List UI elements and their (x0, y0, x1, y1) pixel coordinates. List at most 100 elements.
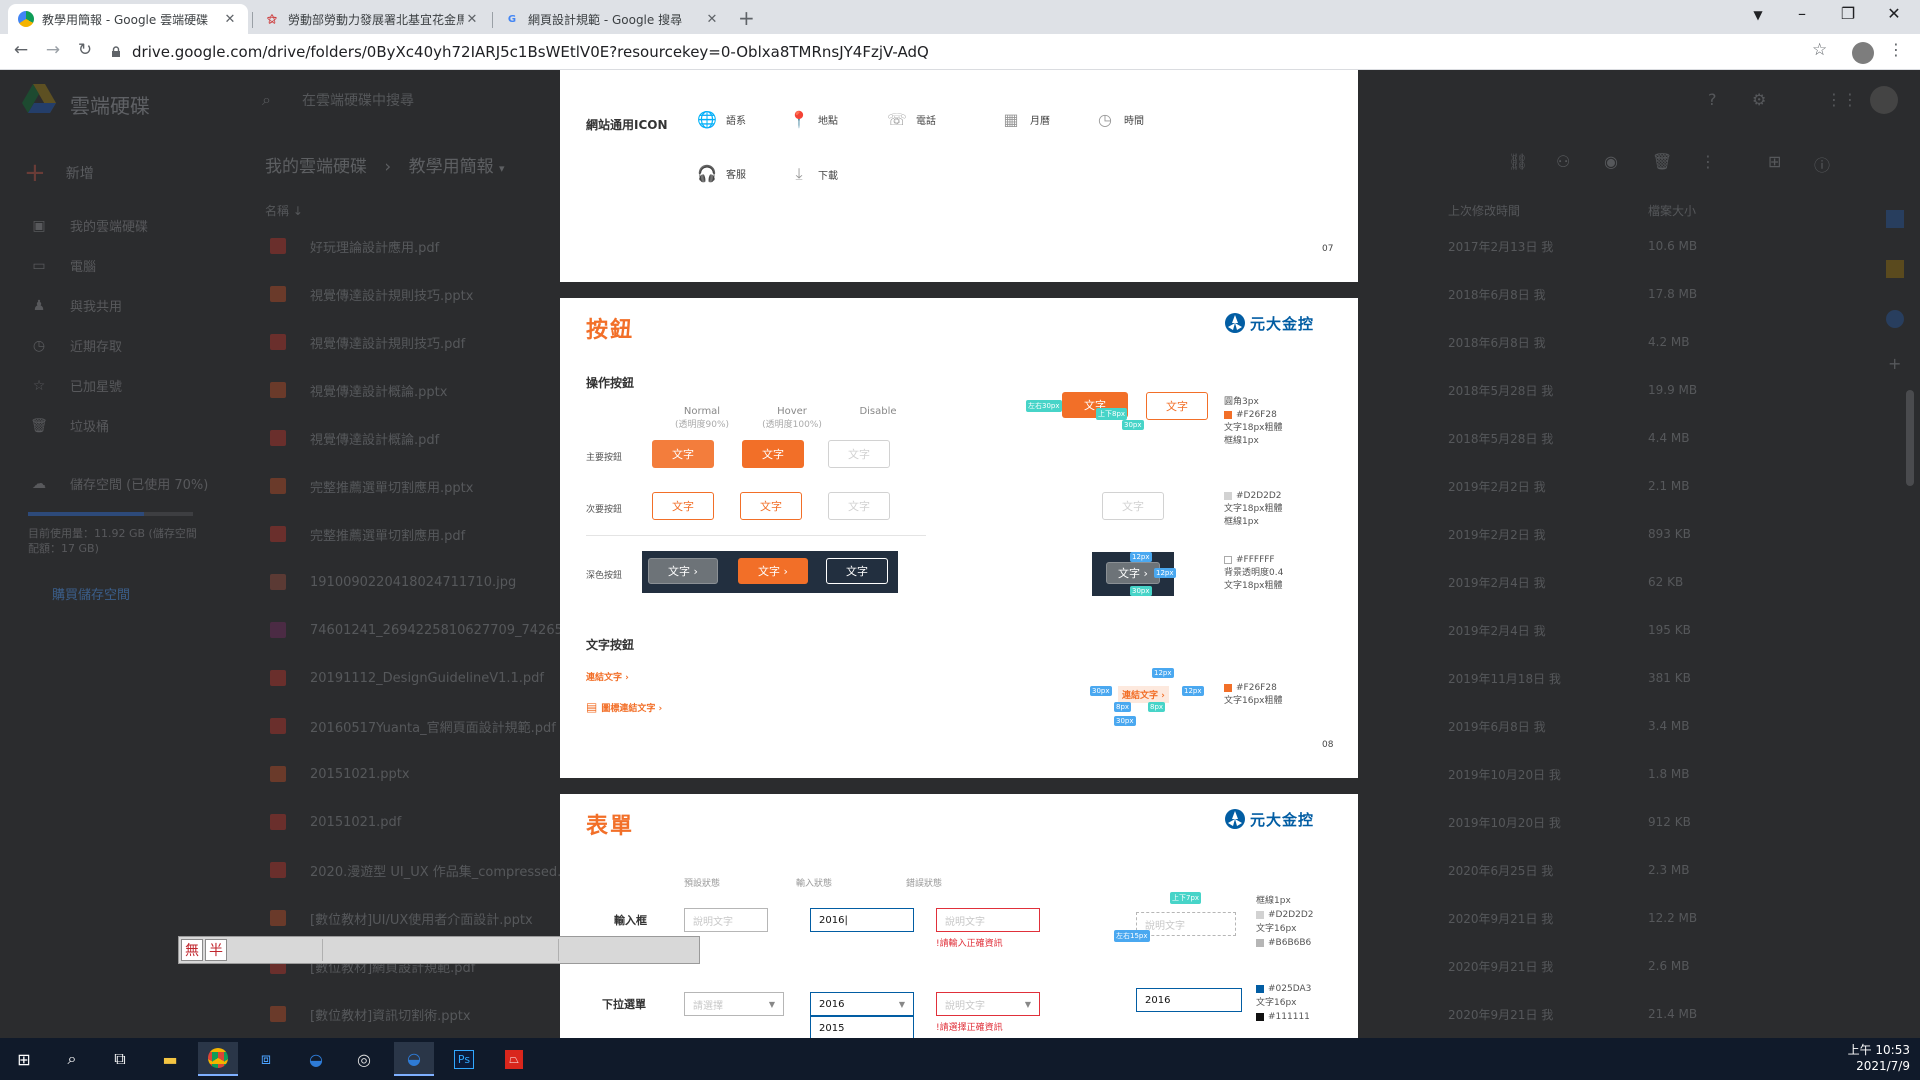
cloud-icon: ☁ (32, 475, 46, 492)
column-name[interactable]: 名稱 ↓ (265, 202, 303, 219)
sidebar-item-computers[interactable]: ▭ 電腦 (28, 256, 96, 276)
scrollbar-thumb[interactable] (1906, 390, 1914, 486)
ime-mode-button[interactable]: 無 (181, 939, 203, 961)
spacing-tag: 12px (1154, 568, 1176, 578)
help-icon[interactable]: ? (1708, 90, 1717, 109)
bookmark-star-icon[interactable]: ☆ (1812, 40, 1827, 60)
spacing-tag: 8px (1114, 702, 1132, 712)
sidebar-item-starred[interactable]: ☆ 已加星號 (28, 376, 122, 396)
file-modified: 2019年2月2日 我 (1448, 479, 1546, 494)
chevron-down-icon: ▼ (1024, 999, 1031, 1009)
sidebar-item-storage[interactable]: ☁ 儲存空間 (已使用 70%) (28, 474, 208, 494)
file-modified: 2019年6月8日 我 (1448, 719, 1546, 734)
new-button[interactable]: + 新增 (24, 158, 94, 188)
file-type-icon (270, 286, 286, 302)
file-type-icon (270, 334, 286, 350)
search-icon[interactable]: ⌕ (52, 1042, 92, 1076)
column-modified[interactable]: 上次修改時間 (1448, 202, 1520, 219)
spec-disabled-notes: #D2D2D2 文字18px粗體 框線1px (1224, 490, 1283, 529)
select-option: 2015 (810, 1016, 914, 1038)
restore-icon[interactable]: ❐ (1830, 4, 1866, 23)
breadcrumb-current[interactable]: 教學用簡報 (409, 157, 494, 177)
primary-button-hover: 文字 (742, 440, 804, 468)
sidebar-label: 垃圾桶 (70, 420, 110, 435)
chevron-down-icon[interactable]: ▾ (499, 162, 505, 175)
drive-search-input[interactable]: ⌕ 在雲端硬碟中搜尋 (262, 80, 562, 120)
webex-icon[interactable]: ◒ (296, 1042, 336, 1076)
address-bar[interactable]: drive.google.com/drive/folders/0ByXc40yh… (110, 38, 1830, 66)
link-icon[interactable]: ⛓ (1508, 152, 1528, 171)
tab-title: 教學用簡報 - Google 雲端硬碟 (42, 12, 209, 27)
url-text: drive.google.com/drive/folders/0ByXc40yh… (132, 43, 929, 61)
location-icon: 📍 (789, 110, 809, 129)
close-icon[interactable]: ✕ (464, 12, 480, 27)
breadcrumb-root[interactable]: 我的雲端硬碟 (265, 157, 367, 177)
delete-icon[interactable]: 🗑 (1652, 152, 1672, 171)
tab-search-icon[interactable]: ▼ (1740, 8, 1776, 22)
secondary-button-normal: 文字 (652, 492, 714, 520)
calendar-addon-icon[interactable] (1886, 210, 1904, 228)
chrome-icon[interactable] (198, 1042, 238, 1076)
preview-icon[interactable]: ◉ (1604, 152, 1618, 171)
obs-icon[interactable]: ◎ (344, 1042, 384, 1076)
webex-meetings-icon[interactable]: ◒ (394, 1042, 434, 1076)
file-type-icon (270, 238, 286, 254)
keep-addon-icon[interactable] (1886, 260, 1904, 278)
grid-view-icon[interactable]: ⊞ (1768, 152, 1781, 171)
spec-line: 文字18px粗體 (1224, 581, 1283, 591)
buy-storage-link[interactable]: 購買儲存空間 (52, 584, 130, 603)
document-icon: ▤ (586, 700, 598, 714)
system-clock[interactable]: 上午 10:53 2021/7/9 (1848, 1042, 1910, 1074)
state-label: Normal (683, 406, 721, 417)
close-icon[interactable]: ✕ (704, 12, 720, 27)
sidebar-item-my-drive[interactable]: ▣ 我的雲端硬碟 (28, 216, 148, 236)
new-tab-icon[interactable]: + (738, 6, 755, 30)
photoshop-icon[interactable]: Ps (444, 1042, 484, 1076)
tab-google-search[interactable]: G 網頁設計規範 - Google 搜尋 ✕ (494, 4, 730, 34)
icon-sample-service: 🎧 客服 (696, 164, 746, 183)
gear-icon[interactable]: ⚙ (1752, 90, 1766, 109)
ime-toolbar[interactable]: 無 半 (178, 936, 700, 964)
spec-line-color: #D2D2D2 (1256, 908, 1314, 922)
minimize-icon[interactable]: – (1784, 4, 1820, 23)
window-close-icon[interactable]: ✕ (1876, 4, 1912, 23)
windows-start-icon[interactable]: ⊞ (4, 1042, 44, 1076)
profile-avatar[interactable] (1852, 42, 1874, 64)
sidebar-item-recent[interactable]: ◷ 近期存取 (28, 336, 122, 356)
share-icon[interactable]: ⚇ (1556, 152, 1570, 171)
info-icon[interactable]: ⓘ (1814, 152, 1830, 176)
file-modified: 2018年5月28日 我 (1448, 383, 1554, 398)
sidebar-item-shared[interactable]: ♟ 與我共用 (28, 296, 122, 316)
more-icon[interactable]: ⋮ (1700, 152, 1716, 171)
file-modified: 2019年2月4日 我 (1448, 575, 1546, 590)
column-label: 名稱 (265, 204, 290, 218)
column-size[interactable]: 檔案大小 (1648, 202, 1696, 219)
add-addon-icon[interactable]: + (1888, 354, 1901, 373)
file-type-icon (270, 718, 286, 734)
section-heading: 文字按鈕 (586, 638, 635, 652)
chevron-right-icon: › (384, 157, 392, 177)
task-view-icon[interactable]: ⧉ (100, 1042, 140, 1076)
spec-line: 框線1px (1224, 517, 1259, 527)
file-modified: 2020年9月21日 我 (1448, 1007, 1554, 1022)
file-explorer-icon[interactable]: ▬ (150, 1042, 190, 1076)
app-icon[interactable]: ⧈ (246, 1042, 286, 1076)
page-number: 08 (1322, 740, 1334, 750)
acrobat-icon[interactable]: ⏢ (494, 1042, 534, 1076)
file-type-icon (270, 1006, 286, 1022)
tasks-addon-icon[interactable] (1886, 310, 1904, 328)
file-size: 3.4 MB (1648, 719, 1690, 733)
tab-drive[interactable]: 教學用簡報 - Google 雲端硬碟 ✕ (8, 4, 248, 34)
back-icon[interactable]: ← (8, 40, 34, 60)
close-icon[interactable]: ✕ (222, 12, 238, 27)
account-avatar[interactable] (1870, 86, 1898, 114)
chrome-menu-icon[interactable]: ⋮ (1888, 40, 1904, 59)
reload-icon[interactable]: ↻ (72, 40, 98, 60)
spec-line-color: #F26F28 (1224, 409, 1283, 422)
forward-icon[interactable]: → (40, 40, 66, 60)
apps-grid-icon[interactable]: ⋮⋮ (1826, 90, 1858, 109)
tab-wda[interactable]: ⚝ 勞動部勞動力發展署北基宜花金馬 ✕ (254, 4, 490, 34)
sidebar-item-trash[interactable]: 🗑 垃圾桶 (28, 416, 110, 436)
spec-text: #F26F28 (1236, 683, 1277, 693)
ime-width-button[interactable]: 半 (205, 939, 227, 961)
